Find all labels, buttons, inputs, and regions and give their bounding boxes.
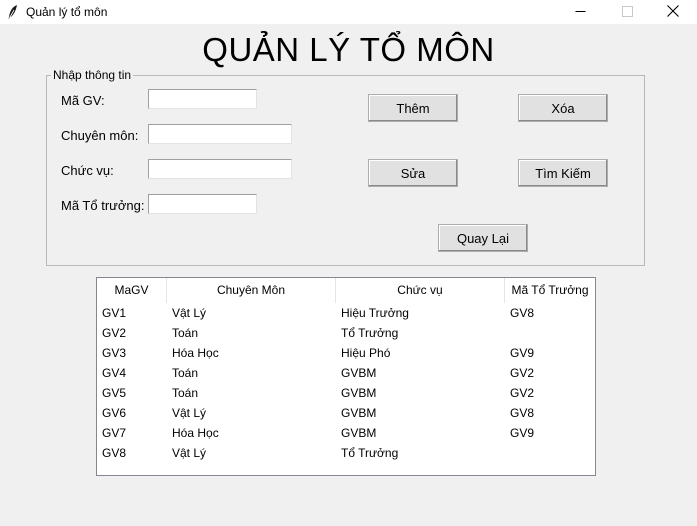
cell-chuyen-mon: Toán [172,326,199,340]
cell-magv: GV7 [102,426,127,440]
ma-to-truong-label: Mã Tổ trưởng: [61,198,145,213]
window-title: Quản lý tổ môn [26,5,108,19]
cell-magv: GV4 [102,366,127,380]
table-header: MaGV Chuyên Môn Chức vụ Mã Tổ Trưởng [97,278,595,303]
minimize-button[interactable] [557,0,603,24]
delete-button[interactable]: Xóa [518,94,608,122]
maximize-icon [621,5,633,20]
cell-magv: GV2 [102,326,127,340]
cell-ma-to-truong: GV9 [510,346,535,360]
cell-chuyen-mon: Toán [172,386,199,400]
chuc-vu-label: Chức vụ: [61,163,114,178]
edit-button[interactable]: Sửa [368,159,458,187]
ma-gv-input[interactable] [148,89,257,109]
cell-magv: GV1 [102,306,127,320]
chuyen-mon-label: Chuyên môn: [61,128,139,143]
cell-magv: GV5 [102,386,127,400]
back-button[interactable]: Quay Lại [438,224,528,252]
close-button[interactable] [650,0,696,24]
column-header-chuyen-mon[interactable]: Chuyên Môn [167,278,336,303]
chuc-vu-input[interactable] [148,159,292,179]
chuyen-mon-input[interactable] [148,124,292,144]
cell-ma-to-truong [505,323,510,343]
cell-chuc-vu: GVBM [341,386,377,400]
cell-chuc-vu: Hiệu Phó [341,346,391,360]
cell-ma-to-truong: GV8 [510,306,535,320]
table-row[interactable]: GV8 Vật Lý Tổ Trưởng [97,443,595,463]
cell-chuc-vu: GVBM [341,366,377,380]
maximize-button[interactable] [604,0,650,24]
table-row[interactable]: GV6 Vật Lý GVBM GV8 [97,403,595,423]
cell-chuyen-mon: Vật Lý [172,306,207,320]
table-row[interactable]: GV1 Vật Lý Hiệu Trưởng GV8 [97,303,595,323]
cell-magv: GV3 [102,346,127,360]
cell-chuyen-mon: Hóa Học [172,426,219,440]
cell-chuc-vu: Hiệu Trưởng [341,306,409,320]
minimize-icon [575,5,586,20]
cell-ma-to-truong: GV9 [510,426,535,440]
cell-chuc-vu: Tổ Trưởng [341,446,399,460]
cell-chuc-vu: Tổ Trưởng [341,326,399,340]
cell-ma-to-truong: GV2 [510,366,535,380]
cell-magv: GV8 [102,446,127,460]
feather-icon [7,4,19,20]
close-icon [667,4,679,20]
title-bar: Quản lý tổ môn [0,0,697,24]
table-row[interactable]: GV3 Hóa Học Hiệu Phó GV9 [97,343,595,363]
page-title: QUẢN LÝ TỔ MÔN [202,31,495,68]
table-row[interactable]: GV4 Toán GVBM GV2 [97,363,595,383]
cell-chuyen-mon: Hóa Học [172,346,219,360]
column-header-chuc-vu[interactable]: Chức vụ [336,278,505,303]
table-row[interactable]: GV7 Hóa Học GVBM GV9 [97,423,595,443]
cell-magv: GV6 [102,406,127,420]
ma-to-truong-input[interactable] [148,194,257,214]
input-group-title: Nhập thông tin [51,68,134,82]
table-row[interactable]: GV5 Toán GVBM GV2 [97,383,595,403]
search-button[interactable]: Tìm Kiếm [518,159,608,187]
cell-ma-to-truong: GV8 [510,406,535,420]
cell-chuyen-mon: Vật Lý [172,446,207,460]
teacher-table[interactable]: MaGV Chuyên Môn Chức vụ Mã Tổ Trưởng GV1… [96,277,596,476]
ma-gv-label: Mã GV: [61,93,105,108]
cell-chuyen-mon: Vật Lý [172,406,207,420]
table-row[interactable]: GV2 Toán Tổ Trưởng [97,323,595,343]
cell-ma-to-truong [505,443,510,463]
cell-chuc-vu: GVBM [341,426,377,440]
column-header-ma-to-truong[interactable]: Mã Tổ Trưởng [505,278,595,303]
column-header-magv[interactable]: MaGV [97,278,167,303]
cell-chuyen-mon: Toán [172,366,199,380]
add-button[interactable]: Thêm [368,94,458,122]
cell-ma-to-truong: GV2 [510,386,535,400]
cell-chuc-vu: GVBM [341,406,377,420]
